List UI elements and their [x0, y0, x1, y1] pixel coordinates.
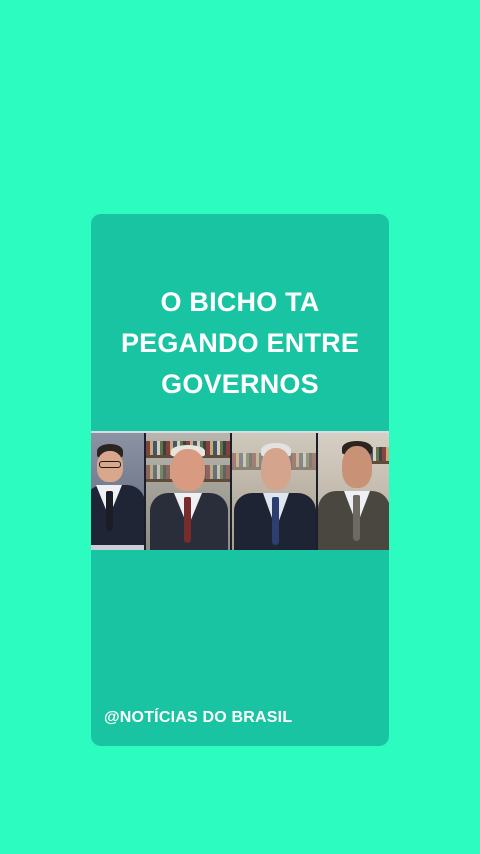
headline: O BICHO TA PEGANDO ENTRE GOVERNOS	[91, 282, 389, 405]
channel-handle: @NOTÍCIAS DO BRASIL	[104, 709, 293, 726]
video-thumbnail[interactable]	[91, 431, 389, 550]
video-panel-4	[318, 433, 389, 550]
headline-line-3: GOVERNOS	[161, 369, 319, 399]
headline-line-2: PEGANDO ENTRE	[120, 328, 360, 358]
video-panel-3	[232, 433, 316, 550]
tie	[353, 495, 360, 541]
ticker-bar	[91, 545, 144, 550]
face	[261, 448, 291, 490]
tie	[106, 491, 113, 531]
face	[342, 446, 372, 488]
story-card[interactable]: O BICHO TA PEGANDO ENTRE GOVERNOS @NOTÍC…	[91, 214, 389, 746]
glasses	[99, 461, 121, 468]
face	[171, 449, 205, 491]
headline-line-1: O BICHO TA	[160, 287, 320, 317]
tie	[272, 497, 279, 545]
video-panel-2	[146, 433, 230, 550]
tie	[184, 497, 191, 543]
video-panel-1	[91, 433, 144, 550]
